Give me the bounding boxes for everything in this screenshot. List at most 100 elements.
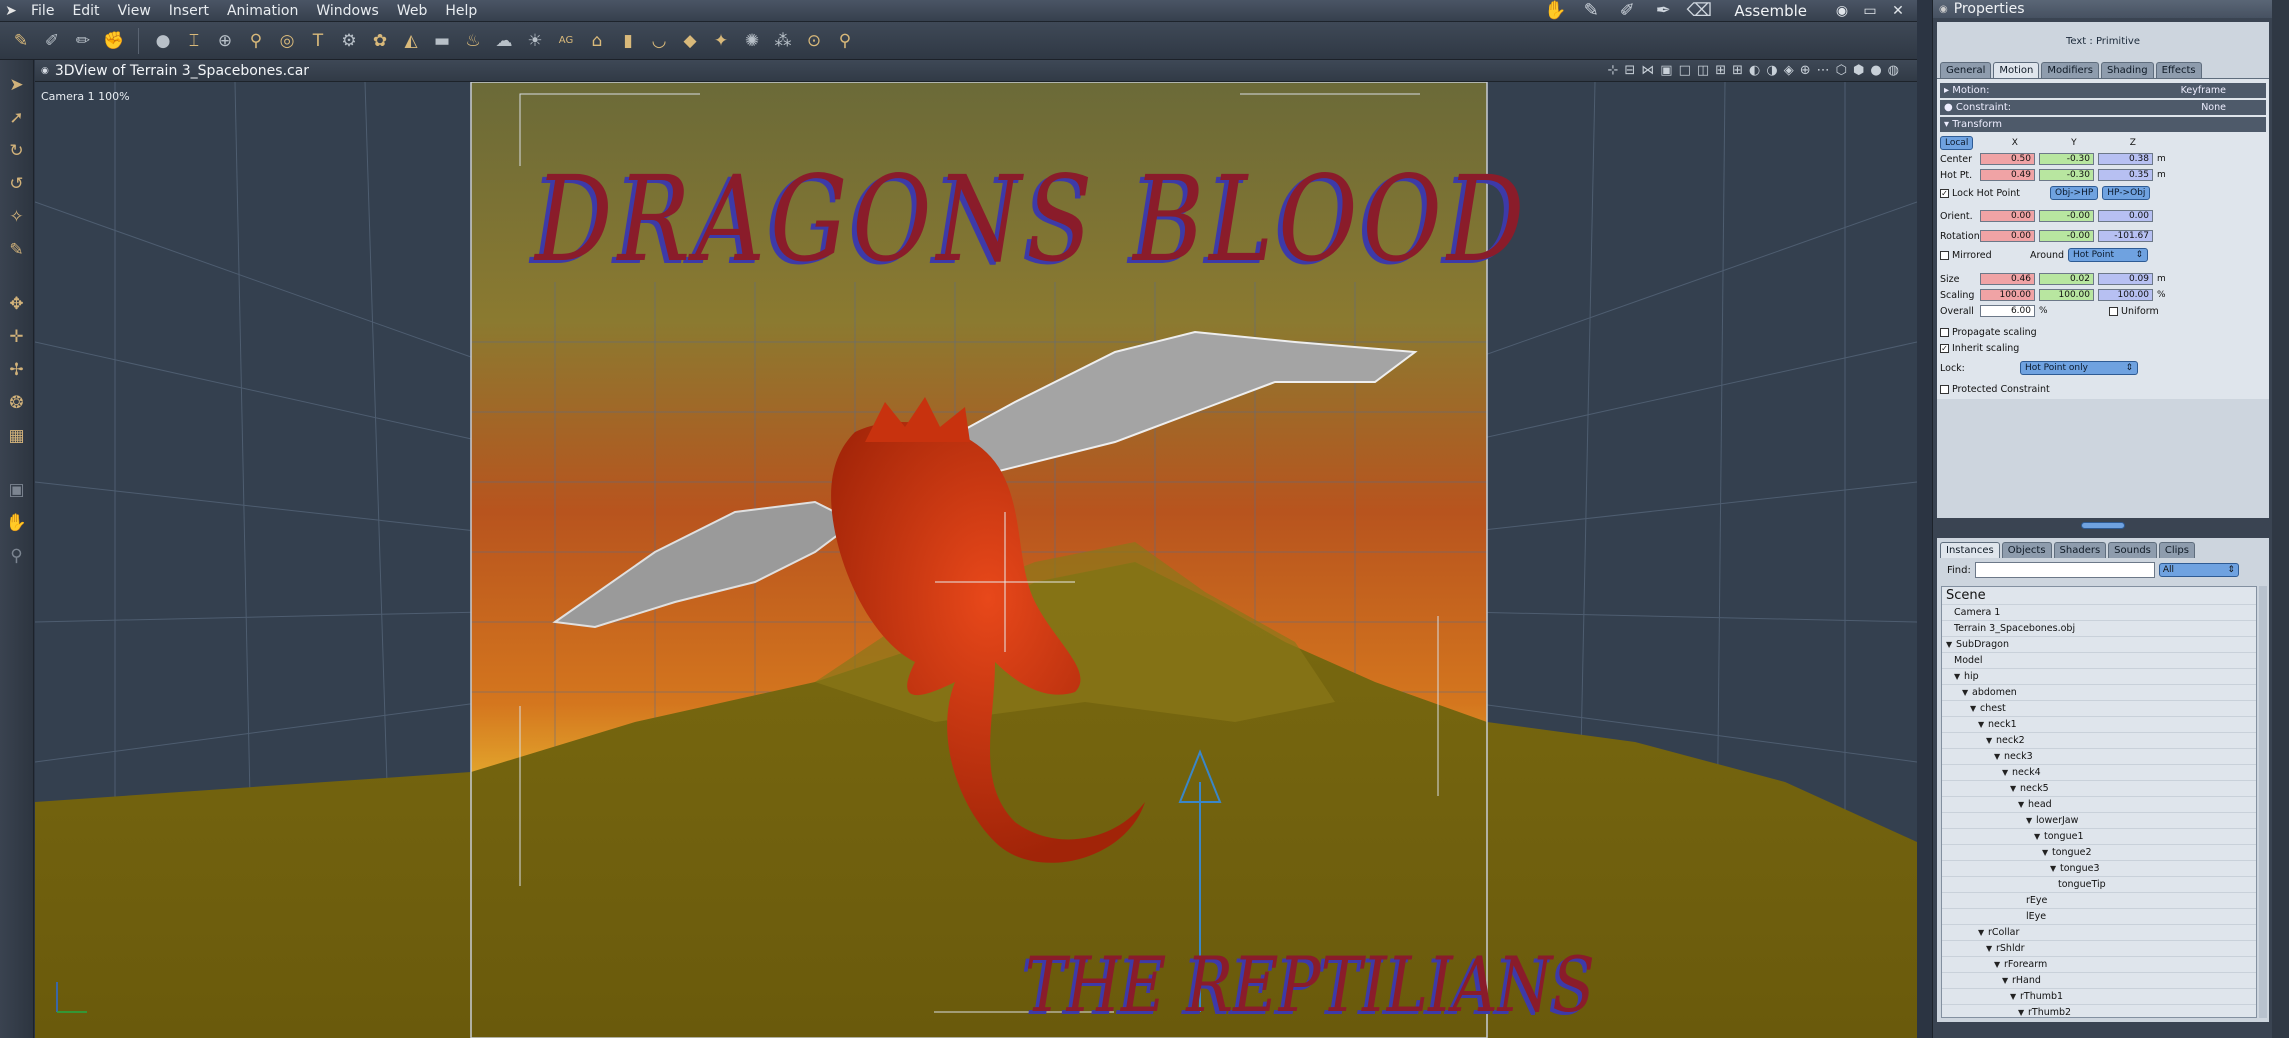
- rotation-z-field[interactable]: -101.67: [2098, 230, 2153, 242]
- tree-item[interactable]: ▼ neck1: [1942, 717, 2256, 733]
- sphere-icon[interactable]: ●: [150, 28, 176, 54]
- stone-icon[interactable]: ◆: [677, 28, 703, 54]
- cylinder-icon[interactable]: ⌶: [181, 28, 207, 54]
- room-feather-icon[interactable]: ✒: [1648, 0, 1678, 21]
- constraint-value[interactable]: None: [2201, 102, 2226, 113]
- panel-splitter[interactable]: [1937, 520, 2269, 530]
- tree-item[interactable]: ▼ abdomen: [1942, 685, 2256, 701]
- motion-section[interactable]: ▸ Motion: Keyframe: [1940, 83, 2266, 98]
- gear-icon[interactable]: ⚙: [336, 28, 362, 54]
- visibility-icon[interactable]: ◉: [1831, 3, 1853, 19]
- tree-item[interactable]: ▼ tongue2: [1942, 845, 2256, 861]
- tab-general[interactable]: General: [1940, 62, 1992, 78]
- around-select[interactable]: Hot Point ⇕: [2068, 248, 2148, 262]
- hotpt-y-field[interactable]: -0.30: [2039, 169, 2094, 181]
- room-hand-icon[interactable]: ✋: [1540, 0, 1570, 21]
- quad-view-icon[interactable]: ⊞: [1732, 63, 1743, 78]
- tree-item[interactable]: Terrain 3_Spacebones.obj: [1942, 621, 2256, 637]
- tree-item[interactable]: Model: [1942, 653, 2256, 669]
- shield-icon[interactable]: ◈: [1784, 63, 1794, 78]
- move-xy-icon[interactable]: ✥: [4, 291, 30, 317]
- title-text-sub[interactable]: THE REPTILIANS: [1025, 940, 1595, 1029]
- tree-expand-icon[interactable]: ▼: [2034, 829, 2044, 845]
- bones-icon[interactable]: ⚲: [243, 28, 269, 54]
- find-input[interactable]: [1974, 562, 2155, 578]
- sphere-render-icon[interactable]: ◍: [1888, 63, 1899, 78]
- menu-edit[interactable]: Edit: [63, 0, 108, 22]
- cloud-icon[interactable]: ☁: [491, 28, 517, 54]
- menu-insert[interactable]: Insert: [160, 0, 218, 22]
- tree-item[interactable]: ▼ hip: [1942, 669, 2256, 685]
- tab-instances[interactable]: Instances: [1940, 542, 2000, 558]
- light-icon[interactable]: ✦: [708, 28, 734, 54]
- menu-windows[interactable]: Windows: [307, 0, 388, 22]
- tree-item[interactable]: tongueTip: [1942, 877, 2256, 893]
- tree-item[interactable]: ▼ neck4: [1942, 765, 2256, 781]
- tree-item[interactable]: ▼ rHand: [1942, 973, 2256, 989]
- triple-view-icon[interactable]: ⊞: [1715, 63, 1726, 78]
- tree-expand-icon[interactable]: ▼: [1994, 749, 2004, 765]
- hotpt-z-field[interactable]: 0.35: [2098, 169, 2153, 181]
- space-select[interactable]: Local: [1940, 136, 1974, 150]
- tree-expand-icon[interactable]: ▼: [1986, 733, 1996, 749]
- scaling-x-field[interactable]: 100.00: [1980, 289, 2035, 301]
- 3d-viewport[interactable]: ◉ 3DView of Terrain 3_Spacebones.car ⊹ ⊟…: [35, 60, 1917, 1038]
- text-icon[interactable]: T: [305, 28, 331, 54]
- motion-value[interactable]: Keyframe: [2181, 85, 2226, 96]
- room-eraser-icon[interactable]: ⌫: [1684, 0, 1714, 21]
- panel-pin-icon[interactable]: ◉: [1939, 4, 1948, 15]
- obj-to-hp-button[interactable]: Obj->HP: [2050, 186, 2099, 200]
- lock-select[interactable]: Hot Point only ⇕: [2020, 361, 2138, 375]
- tree-expand-icon[interactable]: ▼: [1962, 685, 1972, 701]
- tree-expand-icon[interactable]: ▼: [1978, 717, 1988, 733]
- tree-expand-icon[interactable]: ▼: [1946, 637, 1956, 653]
- tree-item[interactable]: ▼ tongue3: [1942, 861, 2256, 877]
- dual-view-icon[interactable]: ◫: [1697, 63, 1709, 78]
- overall-field[interactable]: 6.00: [1980, 305, 2035, 317]
- tab-motion[interactable]: Motion: [1993, 62, 2040, 78]
- tree-scrollbar[interactable]: [2259, 586, 2267, 1018]
- center-x-field[interactable]: 0.50: [1980, 153, 2035, 165]
- center-y-field[interactable]: -0.30: [2039, 153, 2094, 165]
- camera-icon[interactable]: ▣: [4, 477, 30, 503]
- scaling-y-field[interactable]: 100.00: [2039, 289, 2094, 301]
- rotation-x-field[interactable]: 0.00: [1980, 230, 2035, 242]
- tree-item[interactable]: ▼ chest: [1942, 701, 2256, 717]
- camera-select-icon[interactable]: ◐: [1749, 63, 1760, 78]
- close-button[interactable]: ✕: [1887, 3, 1909, 19]
- viewport-pin-icon[interactable]: ◉: [41, 66, 49, 76]
- menu-view[interactable]: View: [109, 0, 160, 22]
- twist-icon[interactable]: ↺: [4, 171, 30, 197]
- minimize-button[interactable]: ▭: [1859, 3, 1881, 19]
- gripper-icon[interactable]: ✊: [101, 28, 127, 54]
- motion-expand-icon[interactable]: ▸: [1944, 85, 1952, 96]
- move-yz-icon[interactable]: ✢: [4, 357, 30, 383]
- tree-item[interactable]: Camera 1: [1942, 605, 2256, 621]
- atmosphere-icon[interactable]: ☀: [522, 28, 548, 54]
- tree-expand-icon[interactable]: ▼: [2050, 861, 2060, 877]
- room-brush-icon[interactable]: ✎: [1576, 0, 1606, 21]
- size-x-field[interactable]: 0.46: [1980, 273, 2035, 285]
- app-logo-icon[interactable]: ➤: [0, 0, 22, 22]
- single-view-icon[interactable]: □: [1679, 63, 1691, 78]
- pan-hand-icon[interactable]: ✋: [4, 510, 30, 536]
- spot-light-icon[interactable]: ✺: [739, 28, 765, 54]
- cube-wire-icon[interactable]: ⬡: [1836, 63, 1847, 78]
- bowl-icon[interactable]: ◡: [646, 28, 672, 54]
- pen-tool-icon[interactable]: ✐: [39, 28, 65, 54]
- tree-expand-icon[interactable]: ▼: [1986, 941, 1996, 957]
- rotate-ball-icon[interactable]: ❂: [4, 390, 30, 416]
- select-arrow-icon[interactable]: ➤: [4, 72, 30, 98]
- tree-expand-icon[interactable]: ▼: [2002, 973, 2012, 989]
- tree-expand-icon[interactable]: ▼: [2042, 845, 2052, 861]
- house-icon[interactable]: ⌂: [584, 28, 610, 54]
- terrain-icon[interactable]: ◭: [398, 28, 424, 54]
- scale-box-icon[interactable]: ▦: [4, 423, 30, 449]
- tree-expand-icon[interactable]: ▼: [2002, 765, 2012, 781]
- zoom-icon[interactable]: ⚲: [4, 543, 30, 569]
- frame-icon[interactable]: ⋯: [1817, 63, 1830, 78]
- menu-file[interactable]: File: [22, 0, 63, 22]
- splitter-handle[interactable]: [2081, 521, 2125, 529]
- tree-item[interactable]: ▼ SubDragon: [1942, 637, 2256, 653]
- tree-expand-icon[interactable]: ▼: [2010, 989, 2020, 1005]
